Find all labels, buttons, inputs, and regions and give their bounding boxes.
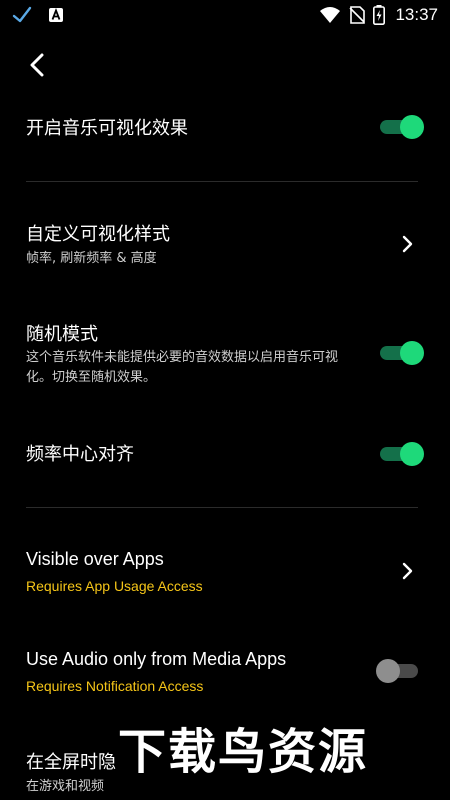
toggle-thumb xyxy=(376,659,400,683)
divider xyxy=(26,507,418,508)
setting-subtitle: 帧率, 刷新频率 & 高度 xyxy=(26,251,157,266)
status-left xyxy=(12,6,64,24)
setting-subtitle: Requires Notification Access xyxy=(26,678,204,694)
wifi-icon xyxy=(320,7,341,23)
setting-title: Use Audio only from Media Apps xyxy=(26,649,287,669)
toggle-thumb xyxy=(400,341,424,365)
status-right: 13:37 xyxy=(319,5,438,25)
setting-title: 在全屏时隐 xyxy=(26,752,116,773)
check-icon xyxy=(12,6,32,23)
media-audio-only-toggle[interactable] xyxy=(376,659,420,683)
setting-custom-style[interactable]: 自定义可视化样式 帧率, 刷新频率 & 高度 xyxy=(0,214,450,278)
setting-visible-over-apps[interactable]: Visible over Apps Requires App Usage Acc… xyxy=(0,540,450,604)
chevron-left-icon xyxy=(30,53,44,77)
back-button[interactable] xyxy=(20,48,54,82)
chevron-right-icon xyxy=(402,562,413,580)
setting-visualizer-enable[interactable]: 开启音乐可视化效果 xyxy=(0,104,450,152)
toggle-thumb xyxy=(400,442,424,466)
status-bar: 13:37 xyxy=(0,0,450,32)
setting-title: 频率中心对齐 xyxy=(26,444,134,465)
setting-title: 随机模式 xyxy=(26,324,98,345)
toggle-thumb xyxy=(400,115,424,139)
divider xyxy=(26,181,418,182)
frequency-center-toggle[interactable] xyxy=(380,442,424,466)
status-time: 13:37 xyxy=(395,5,438,24)
app-a-icon xyxy=(49,8,63,22)
no-sim-icon xyxy=(349,6,366,24)
watermark-logo: 下载鸟资源 xyxy=(118,724,369,780)
setting-random-mode[interactable]: 随机模式 这个音乐软件未能提供必要的音效数据以启用音乐可视化。切换至随机效果。 xyxy=(0,314,450,390)
setting-subtitle: 这个音乐软件未能提供必要的音效数据以启用音乐可视化。切换至随机效果。 xyxy=(26,350,339,385)
chevron-right-icon xyxy=(402,235,413,253)
setting-title: 自定义可视化样式 xyxy=(26,224,170,245)
visualizer-enable-toggle[interactable] xyxy=(380,115,424,139)
setting-title: 开启音乐可视化效果 xyxy=(26,118,188,139)
battery-charging-icon xyxy=(373,5,386,25)
setting-frequency-center[interactable]: 频率中心对齐 xyxy=(0,430,450,478)
setting-subtitle: Requires App Usage Access xyxy=(26,578,203,594)
random-mode-toggle[interactable] xyxy=(380,341,424,365)
setting-title: Visible over Apps xyxy=(26,549,164,569)
setting-media-audio-only[interactable]: Use Audio only from Media Apps Requires … xyxy=(0,640,450,704)
